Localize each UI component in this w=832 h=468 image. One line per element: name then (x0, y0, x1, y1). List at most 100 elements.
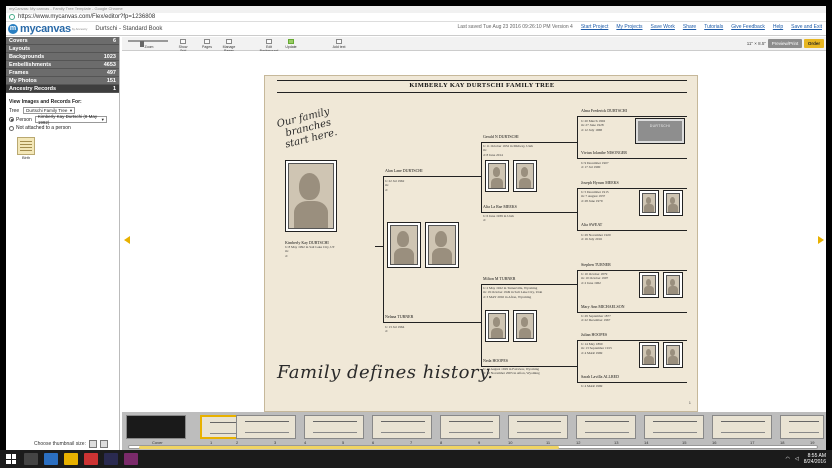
person-radio[interactable] (9, 117, 14, 122)
mgf-details[interactable]: b: 2 May 1922 in Turnerville, Wyoming m:… (483, 286, 542, 299)
tutorials-link[interactable]: Tutorials (704, 24, 723, 30)
windows-start-icon[interactable] (4, 452, 18, 466)
mgm-photo-frame[interactable] (513, 310, 537, 342)
filmstrip-scrollbar[interactable] (128, 445, 818, 449)
father-name[interactable]: Alan Lane DURTSCHI (385, 168, 423, 173)
father-details[interactable]: b: 22 Jul 1962 m: d: (385, 179, 404, 192)
gg5-details[interactable]: b: 10 October 1879 m: 10 October 1907 d: 2… (581, 272, 608, 285)
record-thumbnail[interactable] (17, 137, 35, 155)
url-text[interactable]: https://www.mycanvas.com/Flex/editor?fp=… (18, 14, 155, 20)
gg6-photo-frame[interactable] (663, 272, 683, 298)
tombstone-photo-frame[interactable]: DURTSCHI (635, 118, 685, 144)
gg6-name[interactable]: Mary Ann MICHAELSON (581, 304, 625, 309)
task-view-icon[interactable] (24, 453, 38, 465)
wifi-icon[interactable]: ◠ (786, 456, 790, 462)
sidebar-item-layouts[interactable]: Layouts (6, 45, 119, 53)
share-link[interactable]: Share (683, 24, 696, 30)
gg3-details[interactable]: b: 5 December 1915 m: 7 August 1937 d: 28 … (581, 190, 609, 203)
gg6-details[interactable]: b: 29 September 1877 d: 22 December 1967 (581, 314, 611, 323)
scrollbar-thumb[interactable] (139, 446, 559, 449)
quote-top[interactable]: Our family branches start here. (276, 106, 339, 152)
gg3-name[interactable]: Joseph Hyrum MEEKS (581, 180, 619, 185)
preview-print-button[interactable]: Preview/Print (768, 39, 802, 48)
mother-photo-frame[interactable] (425, 222, 459, 268)
gg2-name[interactable]: Vivian Iolanthe NISONGER (581, 150, 627, 155)
logo[interactable]: m mycanvas by Ancestry (8, 23, 87, 35)
next-page-arrow-icon[interactable] (818, 236, 824, 244)
add-text-button[interactable]: Add text (332, 39, 346, 49)
page-thumbnail[interactable] (236, 415, 296, 439)
mother-name[interactable]: Nelana TURNER (385, 314, 413, 319)
sidebar-item-my-photos[interactable]: My Photos 151 (6, 77, 119, 85)
pgm-name[interactable]: Alta La Rae MEEKS (483, 204, 517, 209)
root-photo-frame[interactable] (285, 160, 337, 232)
person-select[interactable]: Kimberly Kay Durtschi (8 May 1992) ▾ (34, 114, 107, 125)
mgm-details[interactable]: b: 19 August 1929 in Fairview, Wyoming d… (483, 367, 540, 376)
update-button[interactable]: Update (284, 39, 298, 49)
mgm-name[interactable]: Neda HOOPES (483, 358, 508, 363)
my-projects-link[interactable]: My Projects (616, 24, 642, 30)
pgf-details[interactable]: b: 11 October 1932 in Midway, Utah m: d:… (483, 144, 533, 157)
page-thumbnail[interactable] (712, 415, 772, 439)
gg2-details[interactable]: b: 9 December 1907 d: 17 Jul 1990 (581, 161, 609, 170)
app-icon[interactable] (124, 453, 138, 465)
page-thumbnail[interactable] (576, 415, 636, 439)
quote-bottom[interactable]: Family defines history. (277, 362, 494, 383)
prev-page-arrow-icon[interactable] (124, 236, 130, 244)
pgm-photo-frame[interactable] (513, 160, 537, 192)
sidebar-item-ancestry-records[interactable]: Ancestry Records 1 (6, 85, 119, 93)
page-thumbnail[interactable] (508, 415, 568, 439)
page-thumbnail[interactable] (372, 415, 432, 439)
pgf-photo-frame[interactable] (485, 160, 509, 192)
gg1-name[interactable]: Alma Frederick DURTSCHI (581, 108, 627, 113)
mother-details[interactable]: b: 13 Jul 1964 d: (385, 325, 404, 334)
root-details[interactable]: b: 8 May 1992 in Salt Lake City, UT m: d… (285, 245, 335, 258)
zoom-slider[interactable] (128, 40, 168, 47)
page-thumbnail[interactable] (644, 415, 704, 439)
not-attached-radio[interactable] (9, 125, 14, 131)
start-project-link[interactable]: Start Project (581, 24, 609, 30)
gg3-photo-frame[interactable] (639, 190, 659, 216)
chrome-icon[interactable] (84, 453, 98, 465)
save-work-link[interactable]: Save Work (650, 24, 674, 30)
photoshop-icon[interactable] (104, 453, 118, 465)
volume-icon[interactable]: ◁ (795, 456, 799, 462)
sidebar-item-covers[interactable]: Covers 6 (6, 37, 119, 45)
sidebar-item-frames[interactable]: Frames 497 (6, 69, 119, 77)
mgf-photo-frame[interactable] (485, 310, 509, 342)
sidebar-item-backgrounds[interactable]: Backgrounds 1023 (6, 53, 119, 61)
gg7-name[interactable]: Julian HOOPES (581, 332, 607, 337)
gg1-details[interactable]: b: 20 March 1902 m: 27 June 1928 d: 12 Jul… (581, 119, 605, 132)
gg8-details[interactable]: b: 4 MAR 1969 (581, 384, 602, 388)
book-page[interactable]: KIMBERLY KAY DURTSCHI FAMILY TREE Our fa… (264, 75, 698, 412)
gg5-photo-frame[interactable] (639, 272, 659, 298)
page-thumbnail[interactable] (440, 415, 500, 439)
address-bar[interactable]: https://www.mycanvas.com/Flex/editor?fp=… (6, 13, 826, 22)
mgf-name[interactable]: Milton M TURNER (483, 276, 515, 281)
page-title[interactable]: KIMBERLY KAY DURTSCHI FAMILY TREE (265, 82, 699, 89)
gg7-photo-frame[interactable] (639, 342, 659, 368)
save-and-exit-link[interactable]: Save and Exit (791, 24, 822, 30)
clock[interactable]: 8:55 AM 8/24/2016 (804, 453, 826, 465)
page-thumbnail[interactable] (126, 415, 186, 439)
file-explorer-icon[interactable] (64, 453, 78, 465)
page-thumbnail[interactable] (304, 415, 364, 439)
pgf-name[interactable]: Gerald N DURTSCHI (483, 134, 519, 139)
gg4-details[interactable]: b: 29 November 1920 d: 16 July 2016 (581, 233, 611, 242)
sidebar-item-embellishments[interactable]: Embellishments 4653 (6, 61, 119, 69)
small-thumb-icon[interactable] (88, 440, 97, 448)
page-thumbnail[interactable] (780, 415, 824, 439)
help-link[interactable]: Help (773, 24, 783, 30)
large-thumb-icon[interactable] (99, 440, 108, 448)
order-button[interactable]: Order (804, 39, 824, 48)
gg8-name[interactable]: Sarah Lavilla ALLRED (581, 374, 619, 379)
gg4-name[interactable]: Alta SWEAT (581, 222, 602, 227)
gg8-photo-frame[interactable] (663, 342, 683, 368)
gg5-name[interactable]: Stephen TURNER (581, 262, 611, 267)
pages-button[interactable]: Pages (200, 39, 214, 49)
gg7-details[interactable]: b: 14 May 1890 m: 13 September 1915 d: 4 M… (581, 342, 612, 355)
give-feedback-link[interactable]: Give Feedback (731, 24, 765, 30)
pgm-details[interactable]: b: 6 June 1939 in Utah d: (483, 214, 514, 223)
edge-icon[interactable] (44, 453, 58, 465)
gg4-photo-frame[interactable] (663, 190, 683, 216)
